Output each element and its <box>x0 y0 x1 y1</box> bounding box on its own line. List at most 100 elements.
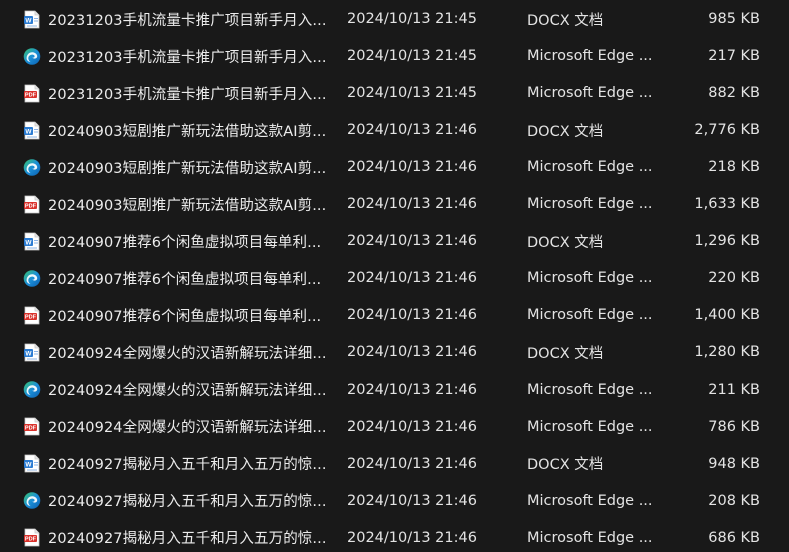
file-type: Microsoft Edge ... <box>527 48 653 65</box>
file-row[interactable]: W 20240903短剧推广新玩法借助这款AI剪... 2024/10/13 21:… <box>0 112 789 149</box>
file-type: Microsoft Edge ... <box>527 196 653 213</box>
file-name: 20240927揭秘月入五千和月入五万的惊... <box>48 531 327 548</box>
file-row[interactable]: 20231203手机流量卡推广项目新手月入... 2024/10/13 21:45… <box>0 38 789 75</box>
file-type: DOCX 文档 <box>527 234 604 251</box>
file-date-modified: 2024/10/13 21:46 <box>347 122 477 139</box>
svg-text:W: W <box>25 128 32 135</box>
file-date-modified: 2024/10/13 21:45 <box>347 85 477 102</box>
file-name: 20240924全网爆火的汉语新解玩法详细... <box>48 383 327 399</box>
edge-browser-icon <box>23 157 41 177</box>
file-type: DOCX 文档 <box>527 123 604 140</box>
file-size: 686 KB <box>708 529 760 546</box>
file-type: Microsoft Edge ... <box>527 270 653 287</box>
file-size: 218 KB <box>708 159 760 176</box>
file-size: 1,633 KB <box>694 196 760 213</box>
file-row[interactable]: PDF 20240924全网爆火的汉语新解玩法详细... 2024/10/13 21… <box>0 408 789 445</box>
file-size: 211 KB <box>708 381 760 398</box>
docx-file-icon: W <box>23 454 41 474</box>
file-name: 20231203手机流量卡推广项目新手月入... <box>48 86 327 103</box>
file-row[interactable]: 20240903短剧推广新玩法借助这款AI剪... 2024/10/13 21:4… <box>0 149 789 186</box>
svg-text:PDF: PDF <box>25 426 37 432</box>
svg-text:PDF: PDF <box>25 314 37 320</box>
file-name: 20240903短剧推广新玩法借助这款AI剪... <box>48 123 327 140</box>
file-name: 20240907推荐6个闲鱼虚拟项目每单利... <box>48 308 322 325</box>
file-row[interactable]: PDF 20240907推荐6个闲鱼虚拟项目每单利... 2024/10/13 21… <box>0 297 789 334</box>
file-date-modified: 2024/10/13 21:46 <box>347 233 477 250</box>
file-size: 948 KB <box>708 455 760 472</box>
docx-file-icon: W <box>23 342 41 362</box>
file-row[interactable]: PDF 20240927揭秘月入五千和月入五万的惊... 2024/10/13 21… <box>0 519 789 552</box>
docx-file-icon: W <box>23 120 41 140</box>
file-type: Microsoft Edge ... <box>527 529 653 546</box>
file-name: 20231203手机流量卡推广项目新手月入... <box>48 12 327 29</box>
file-row[interactable]: PDF 20240903短剧推广新玩法借助这款AI剪... 2024/10/13 2… <box>0 186 789 223</box>
file-date-modified: 2024/10/13 21:45 <box>347 48 477 65</box>
file-row[interactable]: W 20240907推荐6个闲鱼虚拟项目每单利... 2024/10/13 21:4… <box>0 223 789 260</box>
file-name: 20240927揭秘月入五千和月入五万的惊... <box>48 494 327 511</box>
file-size: 217 KB <box>708 48 760 65</box>
file-size: 985 KB <box>708 11 760 27</box>
file-name: 20240907推荐6个闲鱼虚拟项目每单利... <box>48 234 322 251</box>
file-type: Microsoft Edge ... <box>527 418 653 435</box>
file-date-modified: 2024/10/13 21:46 <box>347 196 477 213</box>
pdf-file-icon: PDF <box>23 83 41 103</box>
edge-browser-icon <box>23 268 41 288</box>
file-type: DOCX 文档 <box>527 457 604 474</box>
docx-file-icon: W <box>23 231 41 251</box>
file-date-modified: 2024/10/13 21:46 <box>347 159 477 176</box>
file-size: 208 KB <box>708 492 760 509</box>
svg-text:W: W <box>25 17 32 24</box>
svg-text:PDF: PDF <box>25 203 37 209</box>
file-date-modified: 2024/10/13 21:46 <box>347 529 477 546</box>
file-type: DOCX 文档 <box>527 12 604 29</box>
file-name: 20231203手机流量卡推广项目新手月入... <box>48 49 327 66</box>
file-type: DOCX 文档 <box>527 345 604 362</box>
file-row[interactable]: 20240927揭秘月入五千和月入五万的惊... 2024/10/13 21:46… <box>0 482 789 519</box>
file-date-modified: 2024/10/13 21:46 <box>347 270 477 287</box>
file-row[interactable]: W 20240924全网爆火的汉语新解玩法详细... 2024/10/13 21:4… <box>0 334 789 371</box>
svg-text:PDF: PDF <box>25 537 37 543</box>
file-name: 20240907推荐6个闲鱼虚拟项目每单利... <box>48 271 322 288</box>
file-row[interactable]: W 20240927揭秘月入五千和月入五万的惊... 2024/10/13 21:4… <box>0 445 789 482</box>
file-type: Microsoft Edge ... <box>527 307 653 324</box>
file-name: 20240924全网爆火的汉语新解玩法详细... <box>48 420 327 437</box>
file-date-modified: 2024/10/13 21:46 <box>347 418 477 435</box>
file-row[interactable]: PDF 20231203手机流量卡推广项目新手月入... 2024/10/13 21… <box>0 75 789 112</box>
pdf-file-icon: PDF <box>23 194 41 214</box>
file-date-modified: 2024/10/13 21:46 <box>347 381 477 398</box>
edge-browser-icon <box>23 380 41 400</box>
file-row[interactable]: W 20231203手机流量卡推广项目新手月入... 2024/10/13 21:4… <box>0 1 789 38</box>
file-date-modified: 2024/10/13 21:46 <box>347 455 477 472</box>
file-date-modified: 2024/10/13 21:46 <box>347 492 477 509</box>
edge-browser-icon <box>23 491 41 511</box>
file-date-modified: 2024/10/13 21:45 <box>347 11 477 27</box>
file-name: 20240903短剧推广新玩法借助这款AI剪... <box>48 160 327 177</box>
file-size: 2,776 KB <box>694 122 760 139</box>
svg-text:W: W <box>25 351 32 358</box>
file-row[interactable]: 20240907推荐6个闲鱼虚拟项目每单利... 2024/10/13 21:46… <box>0 260 789 297</box>
file-name: 20240903短剧推广新玩法借助这款AI剪... <box>48 197 327 214</box>
file-type: Microsoft Edge ... <box>527 492 653 509</box>
file-list: W 20231203手机流量卡推广项目新手月入... 2024/10/13 21:4… <box>0 0 789 552</box>
file-type: Microsoft Edge ... <box>527 381 653 398</box>
file-type: Microsoft Edge ... <box>527 159 653 176</box>
file-size: 882 KB <box>708 85 760 102</box>
file-size: 1,296 KB <box>694 233 760 250</box>
file-size: 786 KB <box>708 418 760 435</box>
file-name: 20240924全网爆火的汉语新解玩法详细... <box>48 345 327 362</box>
file-size: 1,400 KB <box>694 307 760 324</box>
svg-text:W: W <box>25 239 32 246</box>
file-name: 20240927揭秘月入五千和月入五万的惊... <box>48 457 327 474</box>
pdf-file-icon: PDF <box>23 528 41 548</box>
svg-text:W: W <box>25 462 32 469</box>
file-row[interactable]: 20240924全网爆火的汉语新解玩法详细... 2024/10/13 21:46… <box>0 371 789 408</box>
file-type: Microsoft Edge ... <box>527 85 653 102</box>
docx-file-icon: W <box>23 9 41 29</box>
file-size: 1,280 KB <box>694 344 760 361</box>
file-date-modified: 2024/10/13 21:46 <box>347 307 477 324</box>
file-size: 220 KB <box>708 270 760 287</box>
pdf-file-icon: PDF <box>23 417 41 437</box>
file-date-modified: 2024/10/13 21:46 <box>347 344 477 361</box>
edge-browser-icon <box>23 46 41 66</box>
pdf-file-icon: PDF <box>23 305 41 325</box>
